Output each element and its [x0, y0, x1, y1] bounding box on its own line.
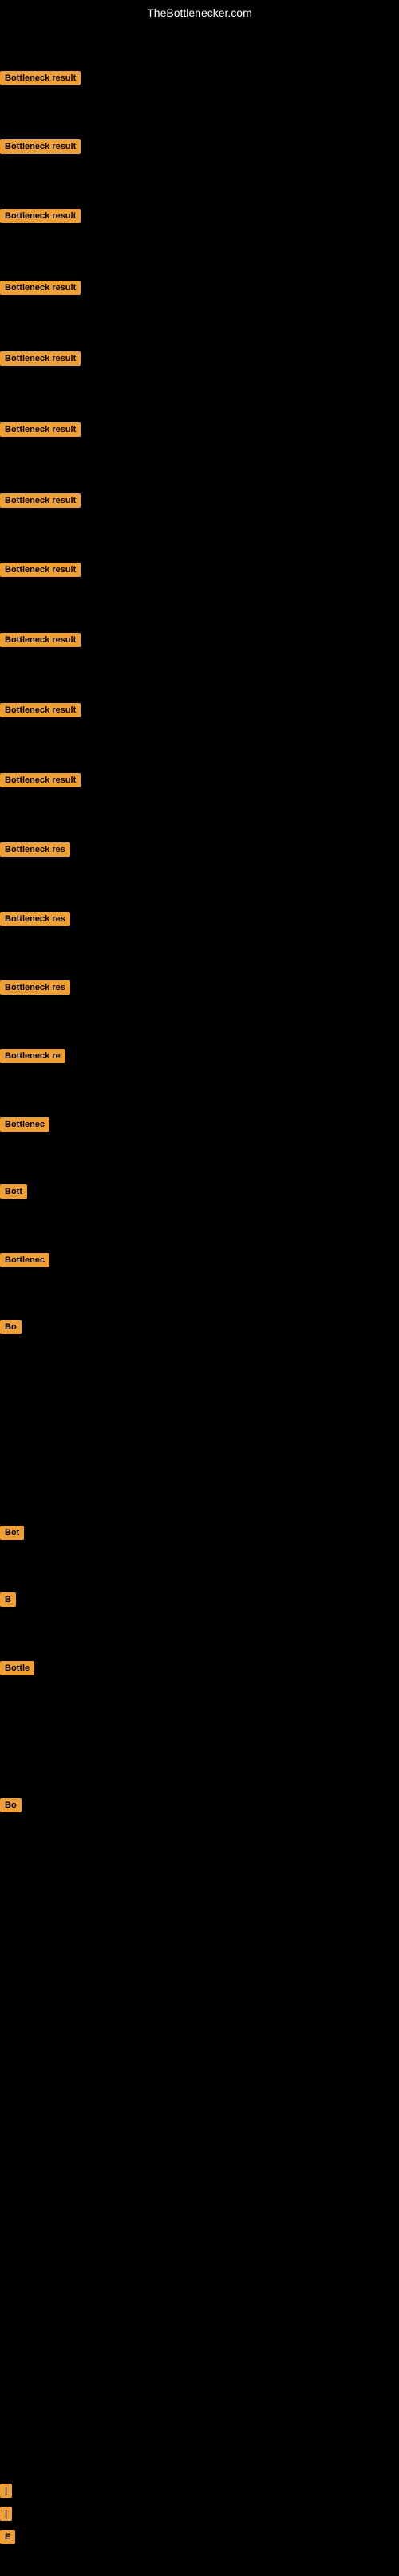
bottleneck-badge: B: [0, 1592, 16, 1607]
bottleneck-badge: E: [0, 2530, 15, 2544]
bottleneck-badge: Bott: [0, 1184, 27, 1199]
bottleneck-badge: Bottleneck result: [0, 703, 81, 717]
bottleneck-badge: Bottleneck result: [0, 773, 81, 787]
bottleneck-badge: Bottleneck result: [0, 281, 81, 295]
bottleneck-badge: Bottleneck result: [0, 563, 81, 577]
bottleneck-badge: Bo: [0, 1320, 22, 1334]
bottleneck-badge: Bottleneck result: [0, 71, 81, 85]
bottleneck-badge: Bottleneck result: [0, 422, 81, 437]
bottleneck-badge: Bottleneck result: [0, 139, 81, 154]
bottleneck-badge: |: [0, 2484, 12, 2498]
bottleneck-badge: Bo: [0, 1798, 22, 1812]
bottleneck-badge: Bot: [0, 1526, 24, 1540]
bottleneck-badge: Bottle: [0, 1661, 34, 1675]
bottleneck-badge: Bottleneck res: [0, 980, 70, 995]
bottleneck-badge: Bottleneck result: [0, 633, 81, 647]
site-title: TheBottlenecker.com: [0, 0, 399, 26]
bottleneck-badge: Bottlenec: [0, 1117, 49, 1132]
bottleneck-badge: Bottleneck result: [0, 351, 81, 366]
bottleneck-badge: Bottleneck result: [0, 493, 81, 508]
bottleneck-badge: Bottleneck result: [0, 209, 81, 223]
bottleneck-badge: |: [0, 2507, 12, 2521]
bottleneck-badge: Bottleneck res: [0, 912, 70, 926]
bottleneck-badge: Bottleneck re: [0, 1049, 65, 1063]
bottleneck-badge: Bottleneck res: [0, 842, 70, 857]
bottleneck-badge: Bottlenec: [0, 1253, 49, 1267]
